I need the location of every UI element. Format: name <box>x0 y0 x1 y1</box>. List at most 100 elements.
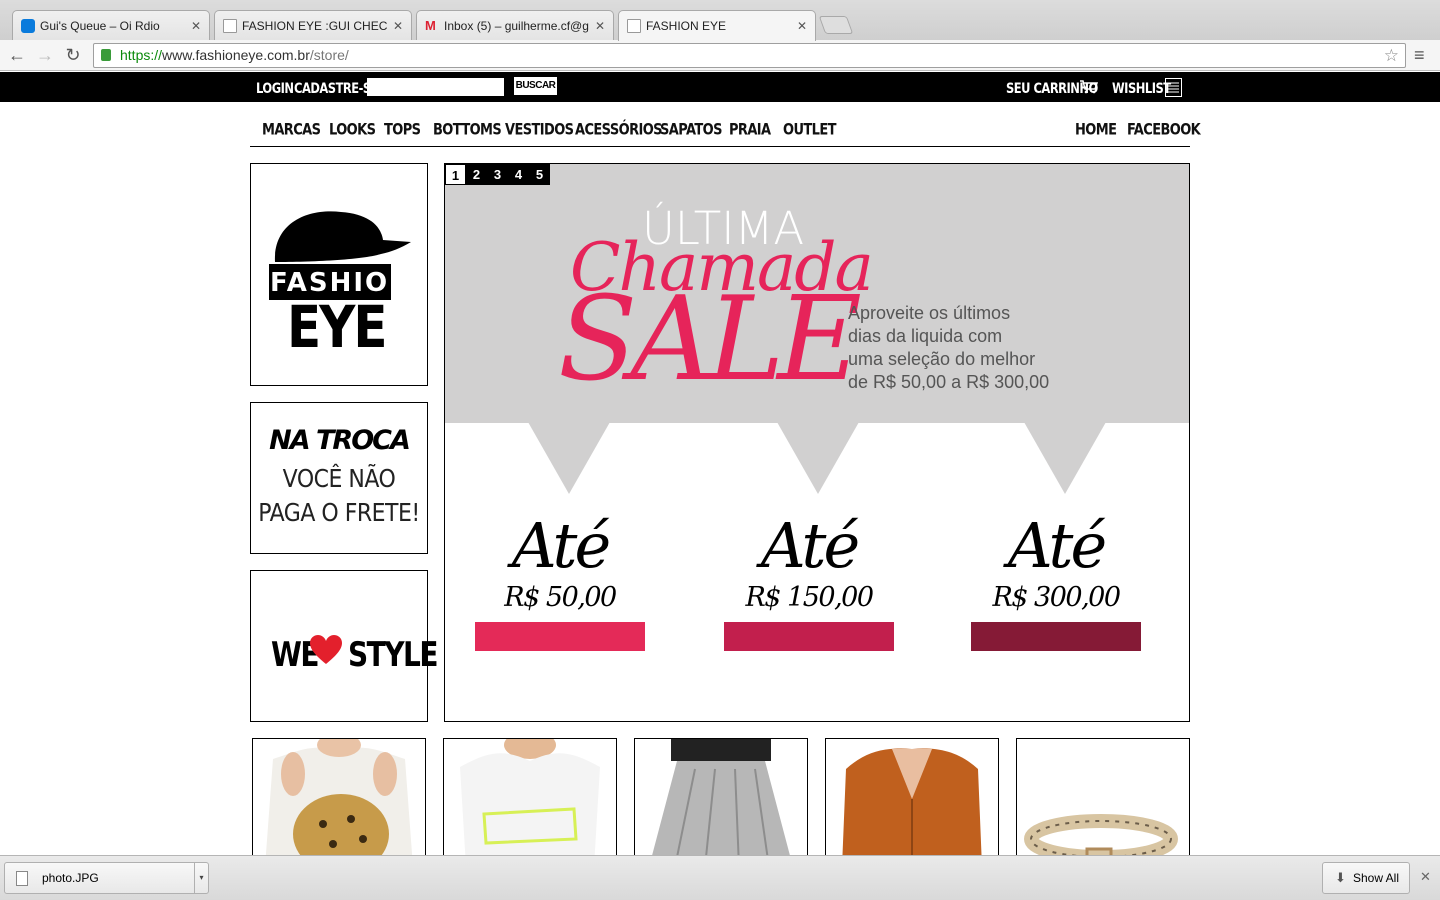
promo-line: Aproveite os últimos <box>848 303 1011 323</box>
pager-page-5[interactable]: 5 <box>529 164 550 185</box>
banner-pager: 1 2 3 4 5 <box>445 164 550 185</box>
pager-page-2[interactable]: 2 <box>466 164 487 185</box>
tab-title: FASHION EYE :GUI CHECCHIA <box>242 18 387 33</box>
rdio-icon <box>21 18 35 33</box>
menu-icon[interactable]: ≡ <box>1414 45 1430 65</box>
nav-sapatos[interactable]: SAPATOS <box>660 121 723 139</box>
nav-outlet[interactable]: OUTLET <box>783 121 837 139</box>
page-icon <box>223 18 237 33</box>
address-bar[interactable]: https://www.fashioneye.com.br/store/ ☆ <box>93 43 1406 68</box>
show-all-downloads-button[interactable]: ⬇ Show All <box>1322 862 1410 894</box>
page-icon <box>627 19 641 33</box>
sale-banner[interactable]: 1 2 3 4 5 ÚLTIMA Chamada SALE Aproveite … <box>444 163 1190 722</box>
heart-icon <box>310 635 342 664</box>
file-icon <box>16 871 28 886</box>
pager-page-1[interactable]: 1 <box>445 164 466 185</box>
search-button[interactable]: BUSCAR <box>514 77 557 95</box>
browser-toolbar: ← → ↻ https://www.fashioneye.com.br/stor… <box>0 40 1440 71</box>
free-exchange-banner[interactable]: NA TROCA VOCÊ NÃO PAGA O FRETE! <box>250 402 428 554</box>
wishlist-icon[interactable] <box>1165 78 1182 97</box>
tier-button-300[interactable] <box>971 622 1141 651</box>
browser-tab-fashioneye[interactable]: FASHION EYE ✕ <box>618 10 816 41</box>
tier-price-50: R$ 50,00 <box>504 582 617 613</box>
nav-praia[interactable]: PRAIA <box>729 121 771 139</box>
logo-text-eye: EYE <box>287 294 388 361</box>
tier-price-150: R$ 150,00 <box>745 582 874 613</box>
nav-looks[interactable]: LOOKS <box>329 121 376 139</box>
browser-tab-rdio[interactable]: Gui's Queue – Oi Rdio ✕ <box>12 10 210 40</box>
product-card[interactable] <box>1016 738 1190 868</box>
forward-icon[interactable]: → <box>34 44 56 66</box>
url-host: www.fashioneye.com.br <box>162 47 310 63</box>
wishlist-link[interactable]: WISHLIST <box>1112 79 1171 97</box>
product-image-pleated-skirt <box>635 739 807 867</box>
bookmark-star-icon[interactable]: ☆ <box>1384 44 1399 67</box>
browser-tabstrip: Gui's Queue – Oi Rdio ✕ FASHION EYE :GUI… <box>0 0 1440 41</box>
tier-ate-50: Até <box>511 509 611 582</box>
nav-facebook[interactable]: FACEBOOK <box>1127 121 1201 139</box>
product-image-leopard-tee <box>253 739 425 867</box>
site-topbar: LOGIN CADASTRE-SE BUSCAR SEU CARRINHO WI… <box>0 72 1440 102</box>
new-tab-button[interactable] <box>818 16 854 34</box>
back-icon[interactable]: ← <box>6 44 28 66</box>
tab-title: Gui's Queue – Oi Rdio <box>40 18 160 33</box>
tab-title: FASHION EYE <box>646 19 727 33</box>
close-tab-icon[interactable]: ✕ <box>393 19 403 33</box>
nav-bottoms[interactable]: BOTTOMS <box>433 121 502 139</box>
banner-promo-text: Aproveite os últimos dias da liquida com… <box>848 302 1108 394</box>
close-tab-icon[interactable]: ✕ <box>595 19 605 33</box>
tier-ate-300: Até <box>1007 509 1107 582</box>
tier-button-150[interactable] <box>724 622 894 651</box>
signup-link[interactable]: CADASTRE-SE <box>294 79 379 97</box>
troca-line2: VOCÊ NÃO <box>282 465 396 494</box>
nav-vestidos[interactable]: VESTIDOS <box>505 121 574 139</box>
cart-icon[interactable] <box>1080 80 1098 94</box>
browser-tab-gmail[interactable]: M Inbox (5) – guilherme.cf@gm ✕ <box>416 10 614 40</box>
main-nav: MARCAS LOOKS TOPS BOTTOMS VESTIDOS ACESS… <box>250 116 1201 147</box>
product-card[interactable] <box>634 738 808 868</box>
product-card[interactable] <box>443 738 617 868</box>
nav-home[interactable]: HOME <box>1075 121 1117 139</box>
gmail-icon: M <box>425 17 436 33</box>
product-card[interactable] <box>252 738 426 868</box>
url-scheme: https:// <box>120 47 163 63</box>
download-item[interactable]: photo.JPG ▾ <box>4 862 209 894</box>
show-all-label: Show All <box>1352 871 1399 885</box>
tab-title: Inbox (5) – guilherme.cf@gm <box>444 18 589 33</box>
pointer-triangle <box>777 422 859 494</box>
pager-page-4[interactable]: 4 <box>508 164 529 185</box>
download-shelf: photo.JPG ▾ ⬇ Show All ✕ <box>0 855 1440 900</box>
promo-line: dias da liquida com <box>848 326 1003 346</box>
pointer-triangle <box>1024 422 1106 494</box>
tier-button-50[interactable] <box>475 622 645 651</box>
browser-tab-fashioneye-gui[interactable]: FASHION EYE :GUI CHECCHIA ✕ <box>214 10 412 40</box>
chevron-down-icon[interactable]: ▾ <box>194 863 208 893</box>
product-image-graphic-tee <box>444 739 616 867</box>
close-tab-icon[interactable]: ✕ <box>797 19 807 33</box>
reload-icon[interactable]: ↻ <box>62 44 84 66</box>
promo-line: uma seleção do melhor <box>848 349 1036 369</box>
login-link[interactable]: LOGIN <box>256 79 294 97</box>
close-shelf-icon[interactable]: ✕ <box>1420 869 1431 885</box>
we-love-style-banner[interactable]: WE STYLE <box>250 570 439 722</box>
pager-page-3[interactable]: 3 <box>487 164 508 185</box>
style-style: STYLE <box>348 635 439 675</box>
product-image-orange-cardigan <box>826 739 998 867</box>
close-tab-icon[interactable]: ✕ <box>191 19 201 33</box>
nav-tops[interactable]: TOPS <box>384 121 421 139</box>
lock-icon <box>101 49 111 61</box>
pointer-triangle <box>528 422 610 494</box>
download-filename: photo.JPG <box>42 871 99 885</box>
tier-ate-150: Até <box>760 509 860 582</box>
tier-price-300: R$ 300,00 <box>992 582 1121 613</box>
product-card[interactable] <box>825 738 999 868</box>
search-input[interactable] <box>367 78 504 96</box>
fashion-eye-logo[interactable]: FASHION EYE <box>250 163 428 386</box>
product-image-snakeskin-belt <box>1017 739 1189 867</box>
troca-line3: PAGA O FRETE! <box>258 499 420 528</box>
nav-marcas[interactable]: MARCAS <box>262 121 321 139</box>
nav-acessorios[interactable]: ACESSÓRIOS <box>575 121 663 139</box>
url-path: /store/ <box>309 47 349 63</box>
download-arrow-icon: ⬇ <box>1335 870 1346 885</box>
promo-line: de R$ 50,00 a R$ 300,00 <box>848 372 1050 392</box>
